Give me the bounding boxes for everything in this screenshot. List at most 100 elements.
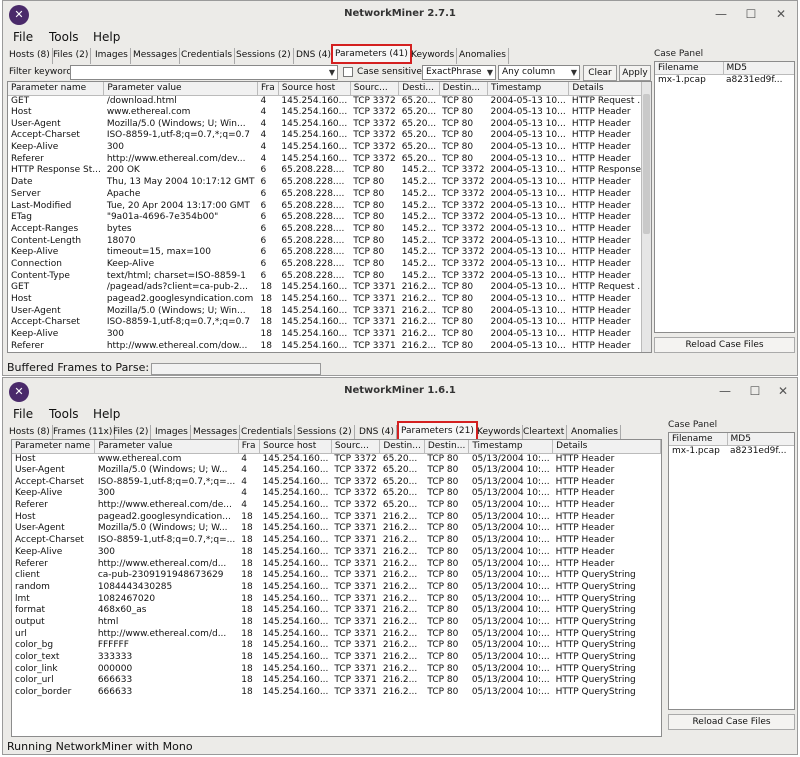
table-row[interactable]: User-Agent Mozilla/5.0 (Windows; U; Win..… <box>8 305 651 317</box>
table-row[interactable]: Accept-Charset ISO-8859-1,utf-8;q=0.7,*;q… <box>8 130 651 142</box>
table-row[interactable]: color_text 333333 18 145.254.160... TCP 3371… <box>12 652 661 664</box>
maximize-icon[interactable]: ☐ <box>741 6 761 22</box>
table-row[interactable]: HTTP Response St... 200 OK 6 65.208.228....… <box>8 165 651 177</box>
column-header[interactable]: Timestamp <box>487 82 570 96</box>
table-row[interactable]: Content-Length 18070 6 65.208.228.... TCP 80… <box>8 235 651 247</box>
tab-sessions[interactable]: Sessions (2) <box>234 48 294 64</box>
column-header[interactable]: Parameter value <box>103 82 259 96</box>
table-row[interactable]: Host www.ethereal.com 4 145.254.160... TCP 3… <box>8 107 651 119</box>
table-row[interactable]: User-Agent Mozilla/5.0 (Windows; U; W... 4… <box>12 465 661 477</box>
clear-button[interactable]: Clear <box>583 65 617 81</box>
apply-button[interactable]: Apply <box>619 65 651 81</box>
column-header[interactable]: Details <box>552 440 661 454</box>
tab-credentials[interactable]: Credentials <box>179 48 236 64</box>
chevron-down-icon[interactable]: ▼ <box>487 66 493 79</box>
column-header[interactable]: Source host <box>259 440 332 454</box>
table-row[interactable]: format 468x60_as 18 145.254.160... TCP 3371 2… <box>12 605 661 617</box>
menu-file[interactable]: File <box>13 30 33 44</box>
table-row[interactable]: Keep-Alive 300 18 145.254.160... TCP 3371 216… <box>12 547 661 559</box>
table-row[interactable]: random 1084443430285 18 145.254.160... TCP 3… <box>12 582 661 594</box>
table-row[interactable]: Host pagead2.googlesyndication.com 18 145.2… <box>8 294 651 306</box>
chevron-down-icon[interactable]: ▼ <box>571 66 577 79</box>
column-header[interactable]: Fra <box>257 82 279 96</box>
menu-file[interactable]: File <box>13 407 33 421</box>
column-header[interactable]: Source host <box>278 82 351 96</box>
case-file-row[interactable]: mx-1.pcap a8231ed9f... <box>655 74 794 86</box>
maximize-icon[interactable]: ☐ <box>745 383 765 399</box>
table-row[interactable]: Content-Type text/html; charset=ISO-8859-… <box>8 270 651 282</box>
tab-images[interactable]: Images <box>93 48 131 64</box>
table-row[interactable]: Keep-Alive 300 18 145.254.160... TCP 3371 216… <box>8 329 651 341</box>
chevron-down-icon[interactable]: ▼ <box>329 66 335 79</box>
table-row[interactable]: Referer http://www.ethereal.com/dev... 4 14… <box>8 153 651 165</box>
table-row[interactable]: color_link 000000 18 145.254.160... TCP 3371… <box>12 663 661 675</box>
table-row[interactable]: GET/download.html 4 145.254.160... TCP 3372… <box>8 95 651 107</box>
table-row[interactable]: lmt 1082467020 18 145.254.160... TCP 3371 216… <box>12 593 661 605</box>
menu-tools[interactable]: Tools <box>49 407 79 421</box>
column-header[interactable]: Destin... <box>439 82 489 96</box>
column-header[interactable]: Parameter name <box>8 82 105 96</box>
table-row[interactable]: User-Agent Mozilla/5.0 (Windows; U; Win..… <box>8 118 651 130</box>
tab-keywords[interactable]: Keywords <box>409 48 458 64</box>
column-header[interactable]: Parameter value <box>94 440 239 454</box>
table-row[interactable]: Keep-Alive 300 4 145.254.160... TCP 3372 65.2… <box>12 488 661 500</box>
table-row[interactable]: Host pagead2.googlesyndication... 18 145.25… <box>12 511 661 523</box>
table-row[interactable]: Date Thu, 13 May 2004 10:17:12 GMT 6 65.208… <box>8 177 651 189</box>
table-row[interactable]: Accept-Charset ISO-8859-1,utf-8;q=0.7,*;q… <box>12 476 661 488</box>
menu-help[interactable]: Help <box>93 30 120 44</box>
filter-keyword-input[interactable]: ▼ <box>70 65 338 80</box>
column-header[interactable]: Details <box>568 82 651 96</box>
table-row[interactable]: Referer http://www.ethereal.com/de... 4 145… <box>12 500 661 512</box>
column-header[interactable]: Filename <box>669 433 728 446</box>
column-header[interactable]: MD5 <box>727 433 794 446</box>
column-header[interactable]: Destin... <box>379 440 425 454</box>
table-row[interactable]: Keep-Alive 300 4 145.254.160... TCP 3372 65.2… <box>8 142 651 154</box>
close-icon[interactable]: ✕ <box>773 383 793 399</box>
table-row[interactable]: color_url 666633 18 145.254.160... TCP 3371 2… <box>12 675 661 687</box>
menu-help[interactable]: Help <box>93 407 120 421</box>
table-row[interactable]: Accept-Ranges bytes 6 65.208.228.... TCP 80 1… <box>8 224 651 236</box>
table-row[interactable]: Referer http://www.ethereal.com/d... 18 145… <box>12 558 661 570</box>
menu-tools[interactable]: Tools <box>49 30 79 44</box>
tab-hosts[interactable]: Hosts (8) <box>7 48 53 64</box>
minimize-icon[interactable]: — <box>711 6 731 22</box>
table-row[interactable]: Accept-Charset ISO-8859-1,utf-8;q=0.7,*;q… <box>12 535 661 547</box>
tab-files[interactable]: Files (2) <box>51 48 92 64</box>
table-row[interactable]: Accept-Charset ISO-8859-1,utf-8;q=0.7,*;q… <box>8 317 651 329</box>
column-header[interactable]: Sourc... <box>350 82 400 96</box>
table-row[interactable]: Keep-Alive timeout=15, max=100 6 65.208.228… <box>8 247 651 259</box>
close-icon[interactable]: ✕ <box>771 6 791 22</box>
match-mode-select[interactable]: ExactPhrase ▼ <box>422 65 496 80</box>
reload-case-files-button[interactable]: Reload Case Files <box>654 337 795 353</box>
table-row[interactable]: Last-Modified Tue, 20 Apr 2004 13:17:00 G… <box>8 200 651 212</box>
tab-anomalies[interactable]: Anomalies <box>457 48 509 64</box>
column-header[interactable]: Parameter name <box>12 440 96 454</box>
column-header[interactable]: Timestamp <box>468 440 554 454</box>
case-sensitive-checkbox[interactable] <box>343 67 353 77</box>
table-row[interactable]: url http://www.ethereal.com/d... 18 145.254… <box>12 628 661 640</box>
reload-case-files-button[interactable]: Reload Case Files <box>668 714 795 730</box>
table-row[interactable]: client ca-pub-2309191948673629 18 145.254.1… <box>12 570 661 582</box>
column-header[interactable]: Filename <box>655 62 724 75</box>
column-header[interactable]: Fra <box>238 440 261 454</box>
tab-dns[interactable]: DNS (4) <box>294 48 334 64</box>
table-row[interactable]: Server Apache 6 65.208.228.... TCP 80 145.2..… <box>8 189 651 201</box>
table-row[interactable]: color_border 666633 18 145.254.160... TCP 33… <box>12 687 661 699</box>
tab-messages[interactable]: Messages <box>131 48 181 64</box>
tab-parameters[interactable]: Parameters (41) <box>331 44 412 64</box>
column-select[interactable]: Any column ▼ <box>498 65 580 80</box>
table-row[interactable]: output html 18 145.254.160... TCP 3371 216.2.… <box>12 617 661 629</box>
tab-parameters[interactable]: Parameters (21) <box>397 421 478 441</box>
table-row[interactable]: Referer http://www.ethereal.com/dow... 18 1… <box>8 340 651 352</box>
vertical-scrollbar[interactable] <box>641 82 651 352</box>
table-row[interactable]: ETag "9a01a-4696-7e354b00" 6 65.208.228....… <box>8 212 651 224</box>
table-row[interactable]: GET/pagead/ads?client=ca-pub-2... 18 145.2… <box>8 282 651 294</box>
minimize-icon[interactable]: — <box>715 383 735 399</box>
column-header[interactable]: Sourc... <box>331 440 381 454</box>
case-file-row[interactable]: mx-1.pcap a8231ed9f... <box>669 445 794 457</box>
column-header[interactable]: Desti... <box>398 82 440 96</box>
column-header[interactable]: MD5 <box>723 62 794 75</box>
column-header[interactable]: Destin... <box>424 440 470 454</box>
table-row[interactable]: color_bg FFFFFF 18 145.254.160... TCP 3371 21… <box>12 640 661 652</box>
scrollbar-thumb[interactable] <box>643 94 650 234</box>
